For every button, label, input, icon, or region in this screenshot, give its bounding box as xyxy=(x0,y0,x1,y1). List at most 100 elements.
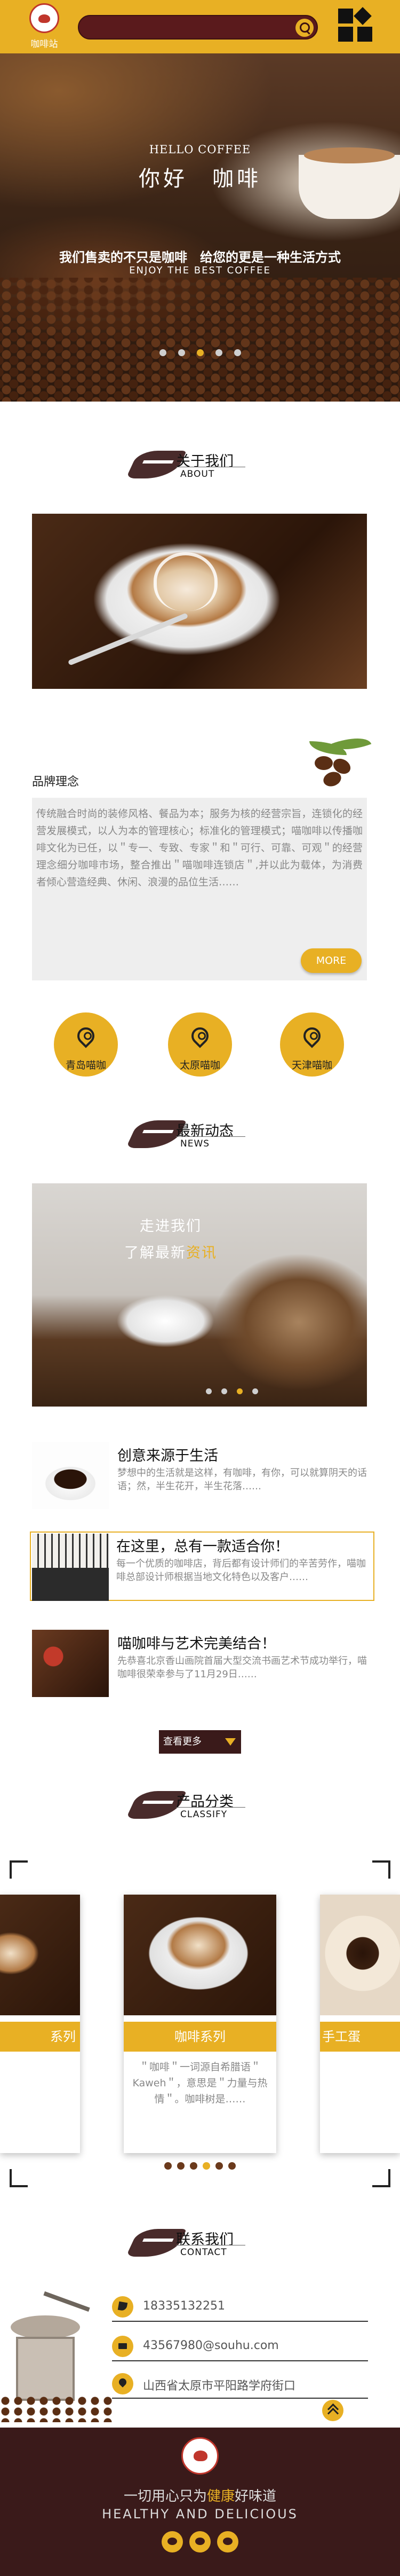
product-image xyxy=(0,1895,80,2015)
hero-banner[interactable]: HELLO COFFEE 你好 咖啡 我们售卖的不只是咖啡 给您的更是一种生活方… xyxy=(0,53,400,402)
section-title-en: ABOUT xyxy=(180,469,215,480)
weibo-icon[interactable] xyxy=(162,2531,183,2553)
divider xyxy=(176,1136,245,1137)
news-item[interactable]: 创意来源于生活 梦想中的生活就是这样，有咖啡，有你，可以就算阴天的话语；然，半生… xyxy=(32,1442,373,1511)
location-label: 青岛喵咖 xyxy=(65,1059,106,1071)
address-value: 山西省太原市平阳路学府街口 xyxy=(143,2379,296,2393)
news-item-highlighted[interactable]: 在这里，总有一款适合你！ 每一个优质的咖啡店，背后都有设计师们的辛苦劳作，喵咖啡… xyxy=(30,1532,374,1601)
section-title-zh: 最新动态 xyxy=(176,1123,234,1140)
banner-hello: HELLO COFFEE xyxy=(149,143,251,156)
footer-logo-icon xyxy=(181,2437,219,2475)
news-title[interactable]: 在这里，总有一款适合你！ xyxy=(116,1535,367,1556)
map-pin-icon xyxy=(300,1024,324,1048)
location-icon xyxy=(112,2373,133,2394)
product-desc: ＂咖啡＂一词源自希腊语＂Kaweh＂，意思是＂力量与热情＂。咖啡树是…… xyxy=(132,2061,268,2105)
banner-dot[interactable] xyxy=(178,349,185,356)
grid-menu-icon[interactable] xyxy=(337,7,375,46)
search-icon[interactable] xyxy=(295,19,314,37)
section-title-zh: 关于我们 xyxy=(176,453,234,470)
brand-logo[interactable]: 咖啡站 xyxy=(15,3,74,51)
phone-value: 18335132251 xyxy=(143,2299,225,2313)
corner-bracket xyxy=(10,1860,28,1879)
search-input[interactable] xyxy=(91,21,283,34)
news-banner[interactable]: 走进我们 了解最新资讯 xyxy=(32,1183,367,1407)
coffee-beans-image xyxy=(0,278,400,402)
classify-dot[interactable] xyxy=(177,2162,185,2170)
section-title-zh: 联系我们 xyxy=(176,2232,234,2248)
section-title-en: CONTACT xyxy=(180,2247,227,2258)
brand-concept-text: 传统融合时尚的装修风格、餐品为本；服务为核的经营宗旨，连锁化的经营发展模式，以人… xyxy=(36,808,363,888)
mail-icon xyxy=(112,2336,133,2357)
product-label: 手工蛋 xyxy=(320,2022,400,2052)
banner-dot[interactable] xyxy=(215,349,222,356)
section-title-zh: 产品分类 xyxy=(176,1794,234,1810)
email-value: 43567980@souhu.com xyxy=(143,2339,279,2352)
contact-email[interactable]: 43567980@souhu.com xyxy=(112,2334,368,2361)
location-taiyuan[interactable]: 太原喵咖 xyxy=(165,1012,235,1077)
social-icons xyxy=(0,2531,400,2555)
footer-slogan: 一切用心只为健康好味道 xyxy=(123,2488,277,2504)
view-more-news-button[interactable]: 查看更多 xyxy=(159,1730,241,1754)
banner-slogan: 我们售卖的不只是咖啡 给您的更是一种生活方式 xyxy=(59,250,341,265)
news-desc: 先恭喜北京香山画院首届大型交流书画艺术节成功举行，喵咖啡很荣幸参与了11月29日… xyxy=(117,1655,367,1680)
footer: 一切用心只为健康好味道 HEALTHY AND DELICIOUS xyxy=(0,2428,400,2576)
news-thumbnail xyxy=(32,1442,109,1509)
top-header: 咖啡站 xyxy=(0,0,400,53)
news-banner-line2: 了解最新资讯 xyxy=(124,1245,217,1261)
news-desc: 每一个优质的咖啡店，背后都有设计师们的辛苦劳作，喵咖啡总部设计师根据当地文化特色… xyxy=(116,1558,366,1583)
news-dot-active[interactable] xyxy=(237,1388,243,1394)
section-title-en: CLASSIFY xyxy=(180,1809,228,1820)
news-dot[interactable] xyxy=(206,1388,212,1394)
back-to-top-icon[interactable] xyxy=(322,2400,343,2421)
coffee-bean-leaf-icon xyxy=(299,731,373,796)
qq-icon[interactable] xyxy=(217,2531,238,2553)
banner-dot[interactable] xyxy=(234,349,241,356)
product-card-right[interactable]: 手工蛋 xyxy=(320,1895,400,2153)
about-section-title: 关于我们 ABOUT xyxy=(0,446,400,494)
banner-dot[interactable] xyxy=(159,349,166,356)
classify-section-title: 产品分类 CLASSIFY xyxy=(0,1787,400,1835)
classify-dot-active[interactable] xyxy=(203,2162,210,2170)
product-card-coffee[interactable]: 咖啡系列 ＂咖啡＂一词源自希腊语＂Kaweh＂，意思是＂力量与热情＂。咖啡树是…… xyxy=(124,1895,276,2153)
classify-dot[interactable] xyxy=(190,2162,197,2170)
more-button[interactable]: MORE xyxy=(301,948,362,973)
search-box[interactable] xyxy=(78,15,318,40)
map-pin-icon xyxy=(74,1024,98,1048)
banner-subtitle: ENJOY THE BEST COFFEE xyxy=(129,265,271,276)
news-dot[interactable] xyxy=(252,1388,258,1394)
classify-dot[interactable] xyxy=(228,2162,236,2170)
coffee-grinder-image xyxy=(0,2291,112,2422)
wechat-icon[interactable] xyxy=(189,2531,211,2553)
news-title[interactable]: 创意来源于生活 xyxy=(117,1444,368,1465)
contact-phone[interactable]: 18335132251 xyxy=(112,2294,368,2322)
news-desc: 梦想中的生活就是这样，有咖啡，有你，可以就算阴天的话语；然，半生花开，半生花落…… xyxy=(117,1467,367,1492)
banner-dot-active[interactable] xyxy=(196,349,204,356)
spoon xyxy=(67,612,189,666)
news-pagination xyxy=(32,1386,367,1396)
banner-pagination xyxy=(0,348,400,358)
news-banner-line1: 走进我们 xyxy=(140,1218,202,1235)
footer-tagline: HEALTHY AND DELICIOUS xyxy=(102,2507,298,2522)
brand-concept-title: 品牌理念 xyxy=(32,775,79,789)
location-qingdao[interactable]: 青岛喵咖 xyxy=(51,1012,121,1077)
classify-dot[interactable] xyxy=(164,2162,172,2170)
banner-headline: 你好 咖啡 xyxy=(139,167,261,191)
news-dot[interactable] xyxy=(221,1388,227,1394)
classify-dot[interactable] xyxy=(215,2162,223,2170)
phone-icon xyxy=(112,2296,133,2318)
location-label: 天津喵咖 xyxy=(291,1059,332,1071)
about-latte-image xyxy=(32,514,367,689)
triangle-down-icon xyxy=(225,1738,236,1746)
corner-bracket xyxy=(372,1860,390,1879)
location-tianjin[interactable]: 天津喵咖 xyxy=(277,1012,347,1077)
product-image xyxy=(124,1895,276,2015)
product-card-left[interactable]: 系列 xyxy=(0,1895,80,2153)
news-title[interactable]: 喵咖啡与艺术完美结合！ xyxy=(117,1632,368,1653)
contact-address[interactable]: 山西省太原市平阳路学府街口 xyxy=(112,2371,368,2399)
location-label: 太原喵咖 xyxy=(179,1059,220,1071)
news-item[interactable]: 喵咖啡与艺术完美结合！ 先恭喜北京香山画院首届大型交流书画艺术节成功举行，喵咖啡… xyxy=(32,1630,373,1699)
product-label: 咖啡系列 xyxy=(124,2022,276,2052)
brand-name: 咖啡站 xyxy=(30,39,58,50)
news-section-title: 最新动态 NEWS xyxy=(0,1116,400,1164)
divider xyxy=(176,1807,245,1808)
